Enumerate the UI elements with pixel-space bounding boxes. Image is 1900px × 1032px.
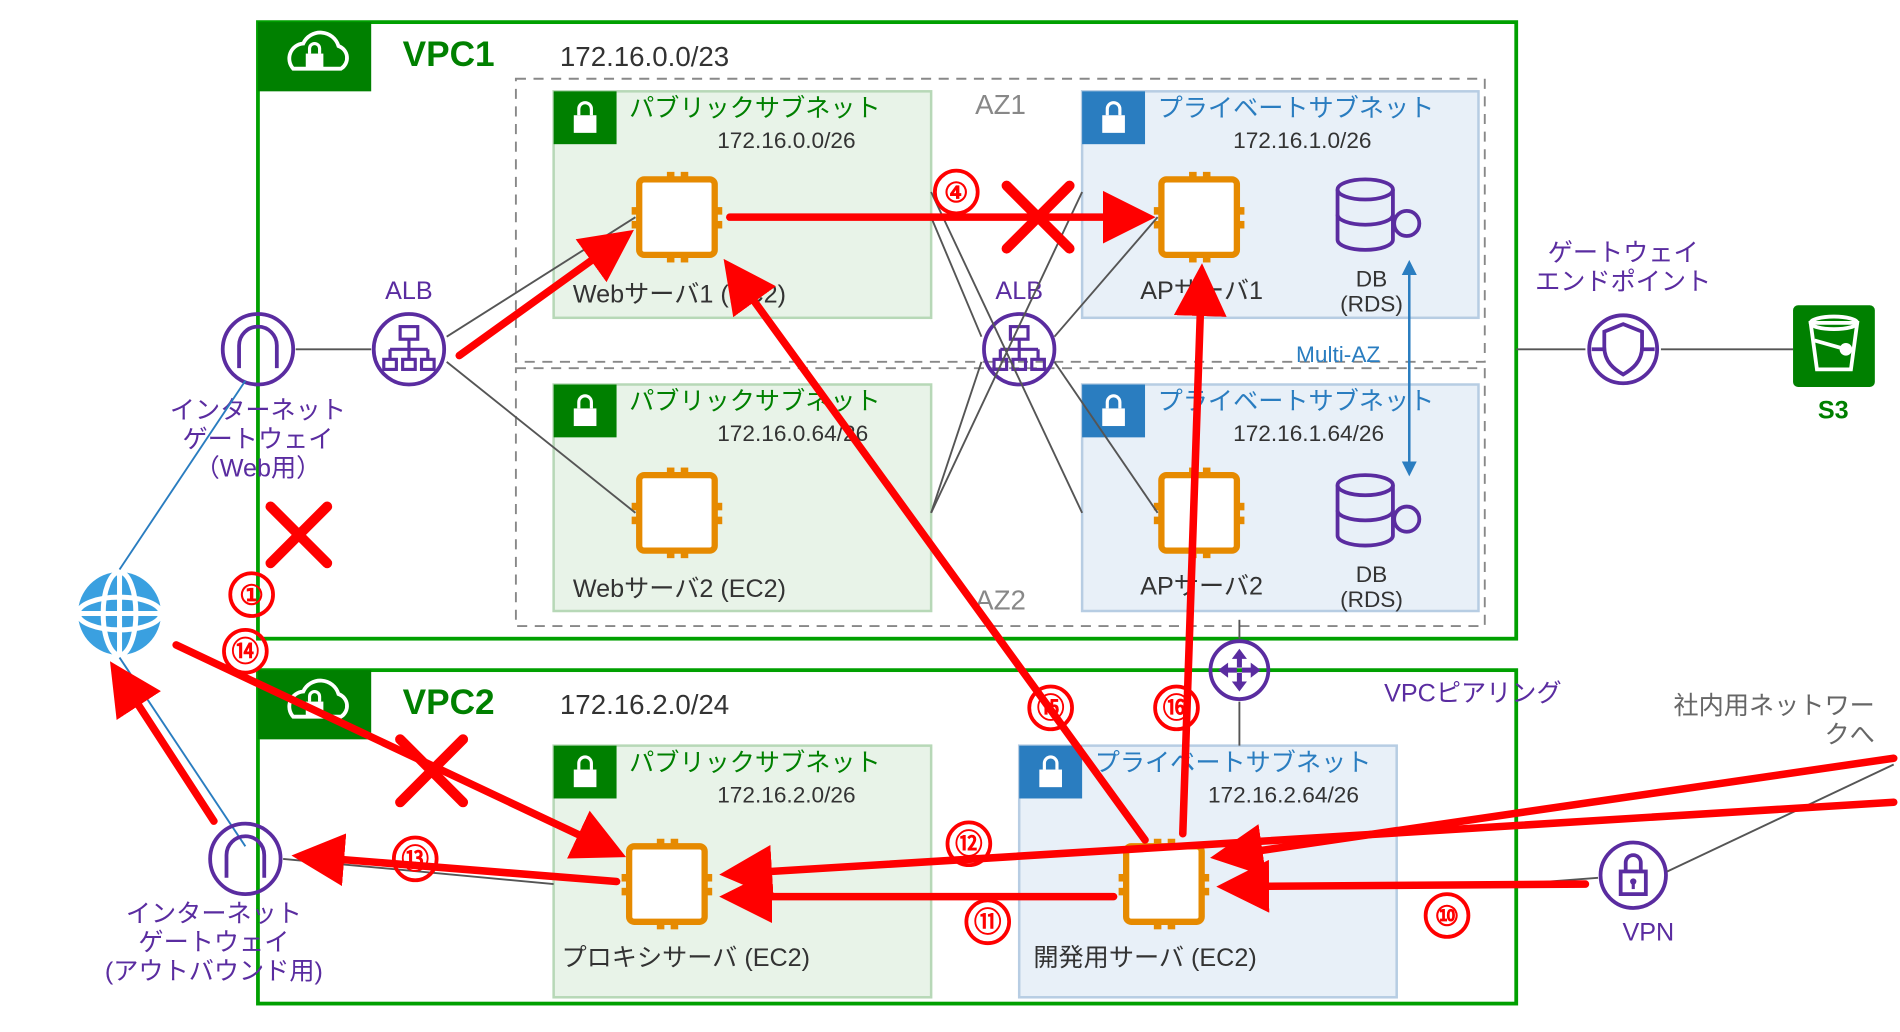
step-15: ⑮: [1029, 686, 1072, 729]
pub3-title: パブリックサブネット: [629, 749, 881, 777]
svg-text:⑫: ⑫: [955, 829, 983, 860]
db2a: DB: [1356, 562, 1387, 587]
step-10: ⑩: [1426, 894, 1469, 937]
flow-arrow: [1227, 884, 1586, 887]
prv1-cidr: 172.16.1.0/26: [1233, 128, 1371, 153]
svg-text:⑩: ⑩: [1435, 900, 1460, 931]
svg-text:⑪: ⑪: [974, 907, 1002, 938]
alb1-label: ALB: [385, 277, 433, 305]
igw2a: インターネット: [126, 900, 302, 928]
ge1: ゲートウェイ: [1548, 239, 1699, 267]
alb-icon: [374, 314, 444, 384]
step-11: ⑪: [966, 900, 1009, 943]
db1b: (RDS): [1340, 292, 1403, 317]
svg-text:④: ④: [944, 177, 969, 208]
step-1: ①: [230, 573, 273, 616]
step-4: ④: [935, 171, 978, 214]
ge2: エンドポイント: [1535, 268, 1711, 296]
svg-text:⑮: ⑮: [1037, 693, 1065, 724]
igw-icon: [210, 824, 280, 894]
proxy-label: プロキシサーバ (EC2): [561, 944, 810, 972]
ec2-icon: [632, 172, 723, 263]
flow-arrow: [116, 670, 214, 821]
pub1-title: パブリックサブネット: [629, 94, 881, 122]
peering-label: VPCピアリング: [1384, 680, 1562, 708]
prv2-cidr: 172.16.1.64/26: [1233, 421, 1384, 446]
vpc1-title: VPC1: [403, 35, 495, 74]
multiaz-label: Multi-AZ: [1296, 342, 1380, 367]
endpoint-icon: [1589, 315, 1657, 383]
vpn-icon: [1601, 843, 1666, 908]
ec2-icon: [622, 839, 713, 930]
svg-text:⑭: ⑭: [232, 636, 260, 667]
svg-text:①: ①: [239, 579, 264, 610]
s3-icon: [1793, 305, 1875, 387]
igw1c: （Web用）: [195, 454, 322, 482]
flow-arrow: [176, 645, 616, 853]
svg-text:⑯: ⑯: [1163, 693, 1191, 724]
ec2-icon: [1154, 172, 1245, 263]
vpc2-title: VPC2: [403, 683, 495, 722]
igw1a: インターネット: [170, 396, 346, 424]
web2-label: Webサーバ2 (EC2): [573, 575, 786, 603]
prv1-title: プライベートサブネット: [1158, 94, 1435, 122]
dev-label: 開発用サーバ (EC2): [1033, 944, 1256, 972]
ext1: 社内用ネットワー: [1674, 692, 1875, 720]
pub1-cidr: 172.16.0.0/26: [717, 128, 855, 153]
step-14: ⑭: [224, 630, 267, 673]
vpc2-cidr: 172.16.2.0/24: [560, 689, 729, 720]
ap2-label: APサーバ2: [1140, 573, 1263, 601]
db2b: (RDS): [1340, 587, 1403, 612]
igw2b: ゲートウェイ: [138, 929, 289, 957]
az1-label: AZ1: [975, 89, 1026, 120]
svg-text:⑬: ⑬: [401, 844, 429, 875]
ec2-icon: [1154, 468, 1245, 559]
step-12: ⑫: [947, 822, 990, 865]
step-16: ⑯: [1155, 686, 1198, 729]
globe-icon: [78, 572, 161, 655]
step-13: ⑬: [394, 837, 437, 880]
ext2: クへ: [1825, 721, 1875, 749]
pub3-cidr: 172.16.2.0/26: [717, 782, 855, 807]
ec2-icon: [632, 468, 723, 559]
x-mark-icon: [271, 507, 328, 564]
diagram-canvas: VPC1 172.16.0.0/23 AZ1 AZ2 パブリックサブネット 17…: [0, 0, 1900, 1032]
s3-label: S3: [1818, 396, 1849, 424]
prv3-title: プライベートサブネット: [1095, 749, 1372, 777]
x-mark-icon: [400, 739, 463, 802]
prv3-cidr: 172.16.2.64/26: [1208, 782, 1359, 807]
vpc1-cidr: 172.16.0.0/23: [560, 41, 729, 72]
db1a: DB: [1356, 266, 1387, 291]
igw2c: (アウトバウンド用): [105, 958, 323, 986]
pub2-title: パブリックサブネット: [629, 388, 881, 416]
vpn-label: VPN: [1622, 919, 1674, 947]
